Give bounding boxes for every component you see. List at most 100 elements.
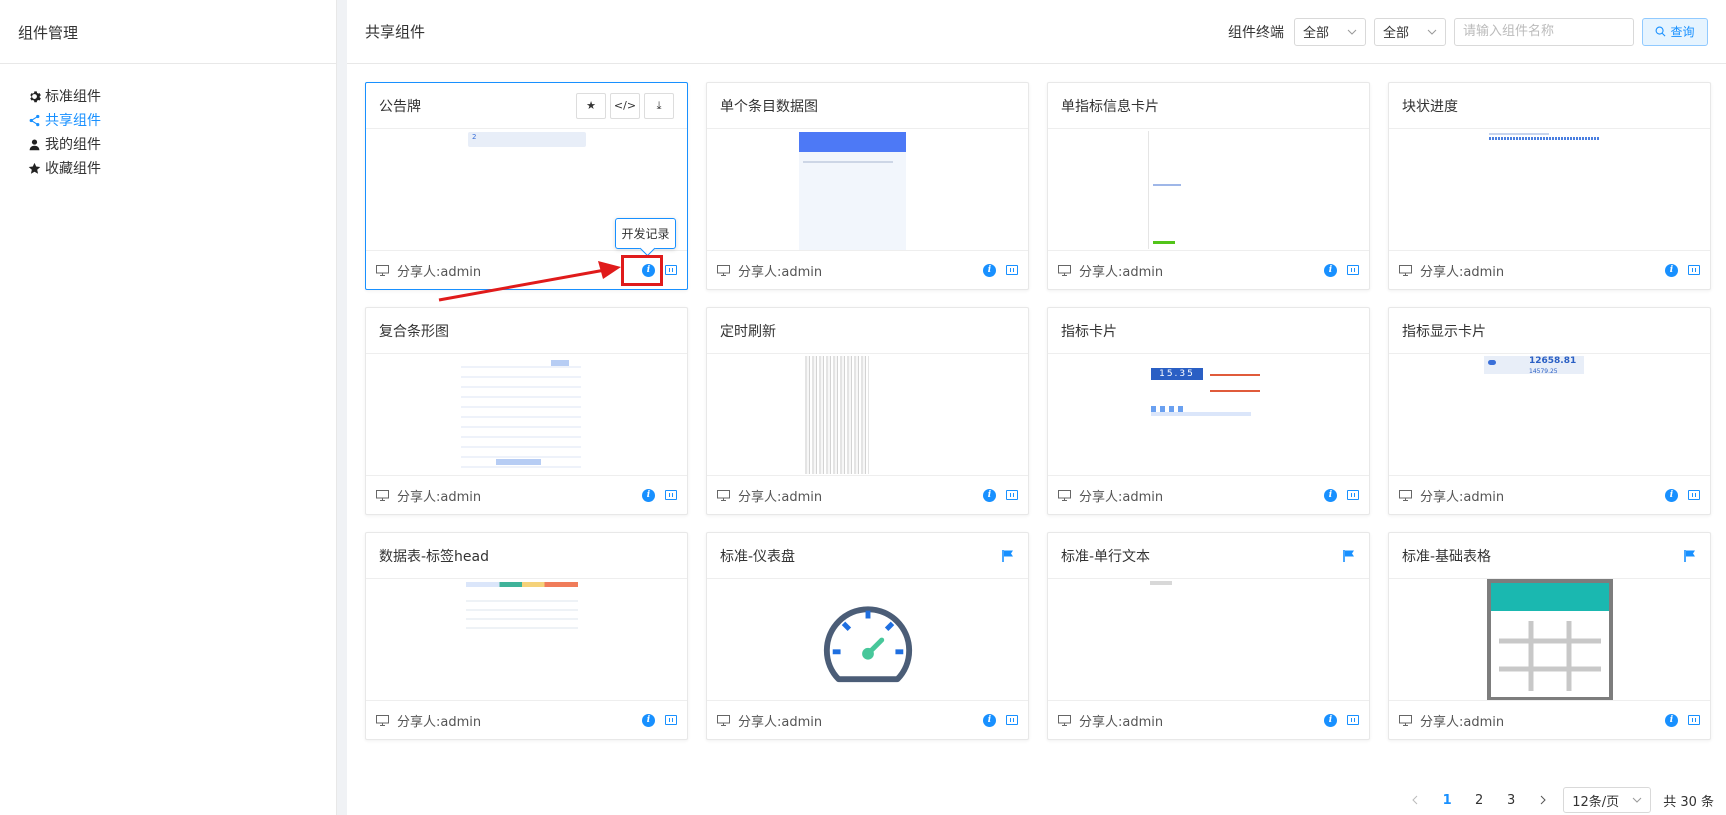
- component-card[interactable]: 标准-基础表格 分享人:admin i: [1388, 532, 1711, 740]
- sidebar-item-favorites[interactable]: 收藏组件: [27, 156, 336, 180]
- preview-line: [1151, 412, 1251, 416]
- gauge-icon: [823, 606, 913, 683]
- card-preview: [1389, 129, 1710, 251]
- preview-sub-value: 14579.25: [1529, 368, 1558, 375]
- detail-icon[interactable]: [1688, 265, 1700, 275]
- flag-icon: [1684, 549, 1695, 562]
- search-input[interactable]: [1454, 17, 1634, 46]
- search-icon: [1656, 26, 1666, 37]
- info-icon[interactable]: i: [1324, 263, 1337, 277]
- category-select-value: 全部: [1383, 26, 1410, 41]
- table-icon: [1487, 579, 1613, 700]
- card-sharer: 分享人:admin: [738, 489, 823, 505]
- card-footer: 分享人:admin i: [1389, 701, 1710, 739]
- info-icon[interactable]: i: [642, 488, 655, 502]
- card-footer: 分享人:admin i: [366, 476, 687, 514]
- info-icon[interactable]: i: [1665, 713, 1678, 727]
- page-2[interactable]: 2: [1467, 788, 1491, 812]
- category-select[interactable]: 全部: [1374, 17, 1446, 46]
- component-card[interactable]: 单指标信息卡片 分享人:admin i: [1047, 82, 1370, 290]
- card-sharer: 分享人:admin: [1079, 489, 1164, 505]
- page-size-select[interactable]: 12条/页: [1563, 787, 1652, 813]
- card-header: 公告牌 ★ </> ⤓: [366, 83, 687, 129]
- info-icon[interactable]: i: [1324, 713, 1337, 727]
- query-button[interactable]: 查询: [1642, 17, 1708, 46]
- card-header: 块状进度: [1389, 83, 1710, 129]
- info-icon[interactable]: i: [1665, 488, 1678, 502]
- sidebar-item-label: 收藏组件: [45, 161, 101, 177]
- filter-label: 组件终端: [1228, 24, 1284, 41]
- component-card[interactable]: 单个条目数据图 分享人:admin i: [706, 82, 1029, 290]
- pagination: 1 2 3 12条/页 共 30 条: [1403, 785, 1714, 815]
- detail-icon[interactable]: [1347, 265, 1359, 275]
- component-card[interactable]: 定时刷新 分享人:admin i: [706, 307, 1029, 515]
- preview-bars: [461, 358, 581, 468]
- preview-value: 2: [472, 133, 477, 141]
- detail-icon[interactable]: [1347, 490, 1359, 500]
- sidebar-item-shared[interactable]: 共享组件: [27, 108, 336, 132]
- detail-icon[interactable]: [1006, 490, 1018, 500]
- detail-icon[interactable]: [1347, 715, 1359, 725]
- detail-icon[interactable]: [1688, 715, 1700, 725]
- info-icon[interactable]: i: [983, 713, 996, 727]
- card-title: 标准-单行文本: [1061, 548, 1151, 565]
- detail-icon[interactable]: [665, 715, 677, 725]
- card-sharer: 分享人:admin: [1079, 714, 1164, 730]
- monitor-icon: [1058, 264, 1071, 276]
- component-card[interactable]: 复合条形图 分享人:admin i: [365, 307, 688, 515]
- info-icon[interactable]: i: [1324, 488, 1337, 502]
- info-icon[interactable]: i: [983, 488, 996, 502]
- page-1[interactable]: 1: [1435, 788, 1459, 812]
- detail-icon[interactable]: [1006, 265, 1018, 275]
- monitor-icon: [1399, 264, 1412, 276]
- card-footer: 分享人:admin i: [707, 476, 1028, 514]
- card-footer-actions: i: [642, 488, 677, 502]
- download-button[interactable]: ⤓: [644, 92, 674, 119]
- sidebar-item-mine[interactable]: 我的组件: [27, 132, 336, 156]
- card-preview: 12658.81 14579.25: [1389, 354, 1710, 476]
- card-header: 单指标信息卡片: [1048, 83, 1369, 129]
- component-card[interactable]: 指标显示卡片 12658.81 14579.25 分享人:admin i: [1388, 307, 1711, 515]
- info-icon[interactable]: i: [1665, 263, 1678, 277]
- component-card[interactable]: 标准-单行文本 分享人:admin i: [1047, 532, 1370, 740]
- card-header: 标准-基础表格: [1389, 533, 1710, 579]
- card-title: 标准-仪表盘: [720, 548, 796, 565]
- card-preview: [1048, 579, 1369, 701]
- detail-icon[interactable]: [1688, 490, 1700, 500]
- preview-text-line: [1150, 581, 1172, 585]
- preview-tag: [551, 360, 569, 366]
- component-card[interactable]: 块状进度 分享人:admin i: [1388, 82, 1711, 290]
- favorite-button[interactable]: ★: [576, 92, 606, 119]
- main-header: 共享组件 组件终端 全部 全部 查询: [347, 0, 1726, 64]
- terminal-select[interactable]: 全部: [1294, 17, 1366, 46]
- info-icon[interactable]: i: [642, 713, 655, 727]
- page-3[interactable]: 3: [1499, 788, 1523, 812]
- preview-digits: 15.35: [1151, 368, 1203, 380]
- card-footer-actions: i: [983, 263, 1018, 277]
- monitor-icon: [717, 714, 730, 726]
- detail-icon[interactable]: [665, 265, 677, 275]
- sidebar-item-standard[interactable]: 标准组件: [27, 84, 336, 108]
- info-icon[interactable]: i: [983, 263, 996, 277]
- card-footer-actions: i: [1324, 488, 1359, 502]
- flag-icon: [1002, 549, 1013, 562]
- card-sharer: 分享人:admin: [1420, 489, 1505, 505]
- detail-icon[interactable]: [665, 490, 677, 500]
- card-sharer: 分享人:admin: [1079, 264, 1164, 280]
- component-card[interactable]: 数据表-标签head 分享人:admin i: [365, 532, 688, 740]
- card-sharer: 分享人:admin: [1420, 714, 1505, 730]
- card-header: 标准-单行文本: [1048, 533, 1369, 579]
- card-preview: [707, 129, 1028, 251]
- component-card[interactable]: 指标卡片 15.35 分享人:admin i: [1047, 307, 1370, 515]
- page-title: 共享组件: [365, 23, 426, 41]
- component-card[interactable]: 标准-仪表盘 分享人:admin i: [706, 532, 1029, 740]
- query-button-label: 查询: [1670, 25, 1695, 39]
- next-page-button[interactable]: [1531, 788, 1555, 812]
- code-button[interactable]: </>: [610, 92, 640, 119]
- preview-line: [803, 161, 893, 163]
- monitor-icon: [376, 264, 389, 276]
- card-sharer: 分享人:admin: [738, 714, 823, 730]
- detail-icon[interactable]: [1006, 715, 1018, 725]
- prev-page-button[interactable]: [1403, 788, 1427, 812]
- card-footer-actions: i: [1324, 713, 1359, 727]
